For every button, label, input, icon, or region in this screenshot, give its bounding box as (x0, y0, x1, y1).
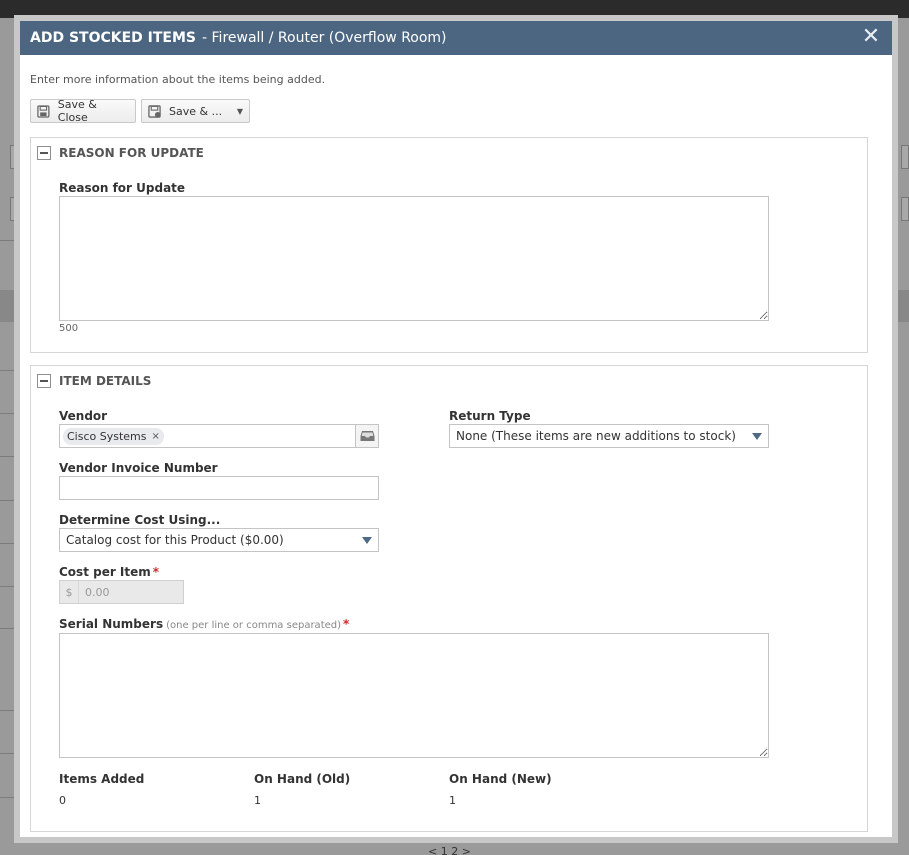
determine-cost-select[interactable]: Catalog cost for this Product ($0.00) (59, 528, 379, 552)
background-field (901, 197, 909, 221)
close-icon[interactable]: ✕ (860, 25, 882, 49)
vendor-tag: Cisco Systems × (63, 428, 164, 445)
reason-for-update-panel: REASON FOR UPDATE Reason for Update 500 (30, 137, 868, 353)
serial-numbers-textarea[interactable] (59, 633, 769, 758)
on-hand-new-label: On Hand (New) (449, 772, 552, 786)
char-counter: 500 (59, 323, 79, 334)
dropdown-arrow-icon (752, 433, 762, 440)
cost-per-item-field: $ 0.00 (59, 580, 184, 604)
floppy-disk-icon (37, 104, 50, 118)
collapse-icon[interactable] (37, 146, 51, 160)
vendor-label: Vendor (59, 409, 108, 423)
collapse-icon[interactable] (37, 374, 51, 388)
chevron-down-icon[interactable]: ▼ (237, 107, 243, 116)
serial-numbers-label: Serial Numbers (one per line or comma sep… (59, 617, 349, 631)
serial-numbers-text: Serial Numbers (59, 617, 164, 631)
lookup-icon (360, 431, 374, 441)
cost-per-item-value: 0.00 (85, 585, 110, 599)
reason-textarea[interactable] (59, 196, 769, 321)
item-details-panel: ITEM DETAILS Vendor Cisco Systems × Retu… (30, 365, 868, 832)
panel-title: REASON FOR UPDATE (59, 146, 204, 160)
on-hand-old-label: On Hand (Old) (254, 772, 351, 786)
dialog-title: ADD STOCKED ITEMS (30, 30, 197, 46)
reason-label: Reason for Update (59, 181, 186, 195)
dialog-intro: Enter more information about the items b… (30, 73, 326, 86)
return-type-value: None (These items are new additions to s… (456, 429, 736, 443)
floppy-disk-plus-icon (148, 104, 161, 118)
required-marker: * (343, 617, 350, 631)
return-type-select[interactable]: None (These items are new additions to s… (449, 424, 769, 448)
on-hand-new-value: 1 (449, 794, 456, 807)
dropdown-arrow-icon (362, 537, 372, 544)
serial-numbers-hint: (one per line or comma separated) (166, 620, 342, 631)
cost-per-item-label: Cost per Item * (59, 565, 159, 579)
determine-cost-value: Catalog cost for this Product ($0.00) (66, 533, 284, 547)
dialog-titlebar: ADD STOCKED ITEMS - Firewall / Router (O… (20, 21, 892, 55)
panel-header: REASON FOR UPDATE (37, 146, 204, 160)
items-added-label: Items Added (59, 772, 145, 786)
save-close-button[interactable]: Save & Close (30, 98, 136, 124)
currency-prefix: $ (60, 581, 79, 603)
inbox-tray-icon[interactable] (355, 425, 378, 447)
items-added-value: 0 (59, 794, 66, 807)
panel-header: ITEM DETAILS (37, 374, 151, 388)
required-marker: * (152, 565, 160, 579)
vendor-tag-label: Cisco Systems (67, 430, 147, 443)
background-field (901, 145, 909, 169)
dialog-subtitle: - Firewall / Router (Overflow Room) (202, 30, 447, 46)
save-and-more-button[interactable]: Save & ... ▼ (141, 99, 250, 123)
vendor-picker[interactable]: Cisco Systems × (59, 424, 379, 448)
dialog-body: ADD STOCKED ITEMS - Firewall / Router (O… (20, 21, 892, 837)
panel-title: ITEM DETAILS (59, 374, 152, 388)
remove-tag-icon[interactable]: × (152, 431, 160, 442)
invoice-input[interactable] (59, 476, 379, 500)
save-close-label: Save & Close (57, 98, 97, 124)
cost-per-item-text: Cost per Item (59, 565, 151, 579)
background-pager: < 1 2 > (428, 845, 471, 855)
on-hand-old-value: 1 (254, 794, 261, 807)
save-and-more-label: Save & ... (169, 104, 223, 118)
add-stocked-items-dialog: ADD STOCKED ITEMS - Firewall / Router (O… (14, 15, 898, 843)
determine-cost-label: Determine Cost Using... (59, 513, 221, 527)
return-type-label: Return Type (449, 409, 531, 423)
invoice-label: Vendor Invoice Number (59, 461, 218, 475)
